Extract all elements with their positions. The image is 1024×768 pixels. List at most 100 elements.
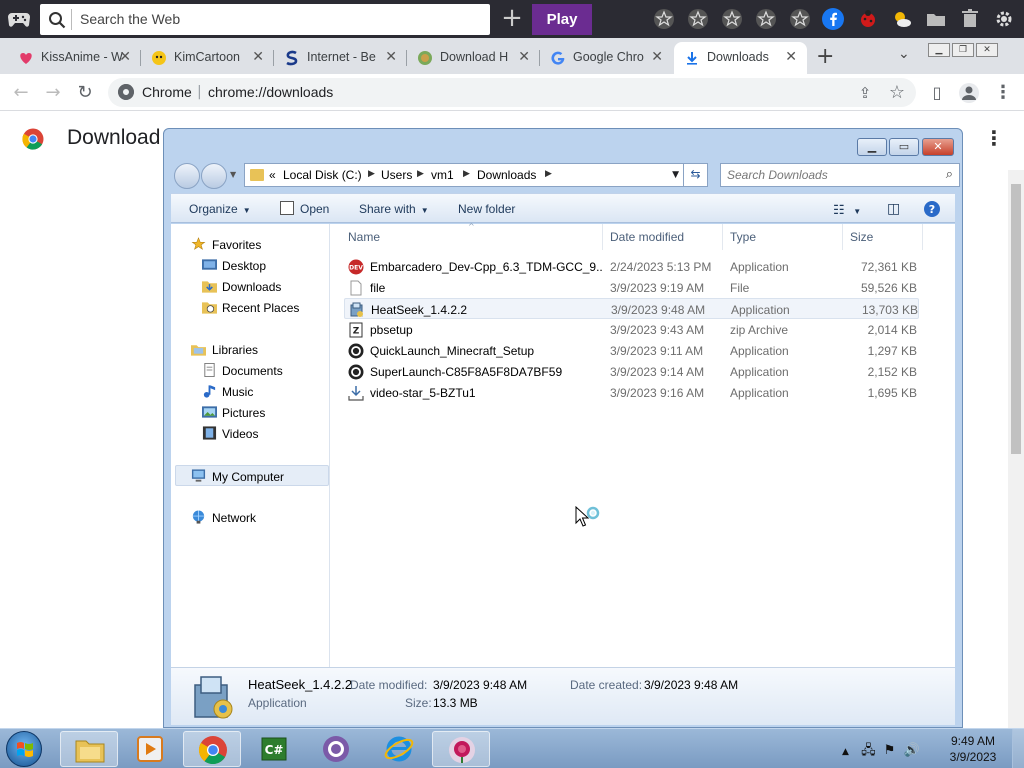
address-dropdown-icon[interactable]: ▼ xyxy=(672,170,679,180)
column-header-name[interactable]: Name xyxy=(348,230,380,244)
nav-my-computer[interactable]: My Computer xyxy=(175,465,329,486)
breadcrumb-downloads[interactable]: Downloads xyxy=(477,168,536,182)
folder-icon[interactable] xyxy=(925,8,947,30)
back-arrow-icon[interactable]: ← xyxy=(10,82,32,104)
page-more-icon[interactable]: ⋮ xyxy=(984,126,1004,150)
taskbar-media-player[interactable] xyxy=(121,731,179,767)
tab-search-chevron-icon[interactable]: ⌄ xyxy=(898,46,910,62)
facebook-icon[interactable] xyxy=(822,8,844,30)
column-header-type[interactable]: Type xyxy=(730,230,756,244)
column-divider[interactable] xyxy=(922,224,923,250)
explorer-address-bar[interactable]: « Local Disk (C:) ▶ Users ▶ vm1 ▶ Downlo… xyxy=(244,163,708,187)
ladybug-icon[interactable] xyxy=(857,8,879,30)
forward-button[interactable] xyxy=(201,163,227,189)
maximize-button[interactable]: ▭ xyxy=(889,138,919,156)
window-caption[interactable]: ▁ ▭ ✕ xyxy=(164,129,962,161)
play-button[interactable]: Play xyxy=(532,4,592,35)
close-icon[interactable]: ✕ xyxy=(119,48,131,65)
nav-favorites[interactable]: Favorites xyxy=(171,234,330,255)
share-icon[interactable]: ⇪ xyxy=(854,82,876,104)
gamepad-icon[interactable] xyxy=(8,9,30,29)
recent-pages-chevron-icon[interactable]: ▼ xyxy=(230,170,236,179)
star-icon[interactable] xyxy=(789,8,811,30)
nav-music[interactable]: Music xyxy=(171,381,330,402)
breadcrumb-overflow[interactable]: « xyxy=(269,168,276,182)
tab-download[interactable]: Download H ✕ xyxy=(407,42,540,74)
breadcrumb-arrow-icon[interactable]: ▶ xyxy=(417,169,424,179)
explorer-search-box[interactable]: Search Downloads ⌕ xyxy=(720,163,960,187)
column-header-date-modified[interactable]: Date modified xyxy=(610,230,684,244)
volume-icon[interactable]: 🔊 xyxy=(904,743,920,758)
maximize-button[interactable]: ❐ xyxy=(952,43,974,57)
close-icon[interactable]: ✕ xyxy=(518,48,530,65)
tab-google-chrome[interactable]: Google Chro ✕ xyxy=(540,42,673,74)
nav-libraries[interactable]: Libraries xyxy=(171,339,330,360)
close-icon[interactable]: ✕ xyxy=(385,48,397,65)
breadcrumb-vm1[interactable]: vm1 xyxy=(431,168,454,182)
scroll-thumb[interactable] xyxy=(1011,184,1021,454)
table-row[interactable]: file 3/9/2023 9:19 AM File 59,526 KB xyxy=(344,277,919,298)
table-row[interactable]: Z pbsetup 3/9/2023 9:43 AM zip Archive 2… xyxy=(344,319,919,340)
table-row[interactable]: HeatSeek_1.4.2.2 3/9/2023 9:48 AM Applic… xyxy=(344,298,919,319)
breadcrumb-arrow-icon[interactable]: ▶ xyxy=(545,169,552,179)
star-icon[interactable] xyxy=(653,8,675,30)
taskbar-csharp-app[interactable]: C# xyxy=(245,731,303,767)
minimize-button[interactable]: ▁ xyxy=(928,43,950,57)
new-folder-button[interactable]: New folder xyxy=(458,202,515,216)
nav-videos[interactable]: Videos xyxy=(171,423,330,444)
star-icon[interactable] xyxy=(721,8,743,30)
close-icon[interactable]: ✕ xyxy=(252,48,264,65)
close-icon[interactable]: ✕ xyxy=(651,48,663,65)
back-button[interactable] xyxy=(174,163,200,189)
breadcrumb-arrow-icon[interactable]: ▶ xyxy=(368,169,375,179)
star-icon[interactable] xyxy=(755,8,777,30)
forward-arrow-icon[interactable]: → xyxy=(42,82,64,104)
reload-icon[interactable]: ↻ xyxy=(74,82,96,104)
network-tray-icon[interactable]: 🖧 xyxy=(861,743,876,758)
column-divider[interactable] xyxy=(722,224,723,250)
nav-downloads[interactable]: Downloads xyxy=(171,276,330,297)
column-divider[interactable] xyxy=(602,224,603,250)
chrome-site-icon[interactable] xyxy=(118,84,134,100)
close-icon[interactable]: ✕ xyxy=(785,48,797,65)
close-button[interactable]: ✕ xyxy=(976,43,998,57)
bookmark-star-icon[interactable]: ☆ xyxy=(886,82,908,104)
column-divider[interactable] xyxy=(842,224,843,250)
column-header-size[interactable]: Size xyxy=(850,230,873,244)
nav-documents[interactable]: Documents xyxy=(171,360,330,381)
chrome-menu-icon[interactable]: ⋮ xyxy=(992,82,1014,104)
nav-network[interactable]: Network xyxy=(171,507,330,528)
minimize-button[interactable]: ▁ xyxy=(857,138,887,156)
taskbar-clock[interactable]: 9:49 AM 3/9/2023 xyxy=(946,733,1000,765)
refresh-icon[interactable]: ⇆ xyxy=(683,163,707,187)
table-row[interactable]: SuperLaunch-C85F8A5F8DA7BF59 3/9/2023 9:… xyxy=(344,361,919,382)
add-icon[interactable]: + xyxy=(500,5,524,31)
preview-pane-icon[interactable]: ◫ xyxy=(887,200,900,217)
start-button[interactable] xyxy=(6,731,42,767)
taskbar-internet-explorer[interactable] xyxy=(370,731,428,767)
taskbar-launcher[interactable] xyxy=(307,731,365,767)
close-button[interactable]: ✕ xyxy=(922,138,954,156)
action-center-flag-icon[interactable]: ⚑ xyxy=(884,743,896,758)
tab-kimcartoon[interactable]: KimCartoon ✕ xyxy=(141,42,274,74)
nav-pictures[interactable]: Pictures xyxy=(171,402,330,423)
table-row[interactable]: DEV Embarcadero_Dev-Cpp_6.3_TDM-GCC_9...… xyxy=(344,256,919,277)
show-desktop-button[interactable] xyxy=(1012,729,1024,768)
omnibox[interactable]: Chrome | chrome://downloads xyxy=(108,78,916,107)
table-row[interactable]: video-star_5-BZTu1 3/9/2023 9:16 AM Appl… xyxy=(344,382,919,403)
view-options-icon[interactable]: ☷ ▼ xyxy=(833,202,861,218)
profile-avatar-icon[interactable] xyxy=(958,82,980,104)
gear-icon[interactable] xyxy=(993,8,1015,30)
show-hidden-icons-icon[interactable]: ▲ xyxy=(842,747,849,757)
weather-icon[interactable] xyxy=(891,8,913,30)
taskbar-chrome[interactable] xyxy=(183,731,241,767)
taskbar-explorer[interactable] xyxy=(60,731,118,767)
table-row[interactable]: QuickLaunch_Minecraft_Setup 3/9/2023 9:1… xyxy=(344,340,919,361)
tab-downloads[interactable]: Downloads ✕ xyxy=(674,42,807,74)
organize-button[interactable]: Organize ▼ xyxy=(189,202,251,216)
breadcrumb-arrow-icon[interactable]: ▶ xyxy=(463,169,470,179)
taskbar-rose-app[interactable] xyxy=(432,731,490,767)
tab-kissanime[interactable]: KissAnime - W ✕ xyxy=(8,42,141,74)
tab-internet[interactable]: Internet - Be ✕ xyxy=(274,42,407,74)
share-with-button[interactable]: Share with ▼ xyxy=(359,202,429,216)
